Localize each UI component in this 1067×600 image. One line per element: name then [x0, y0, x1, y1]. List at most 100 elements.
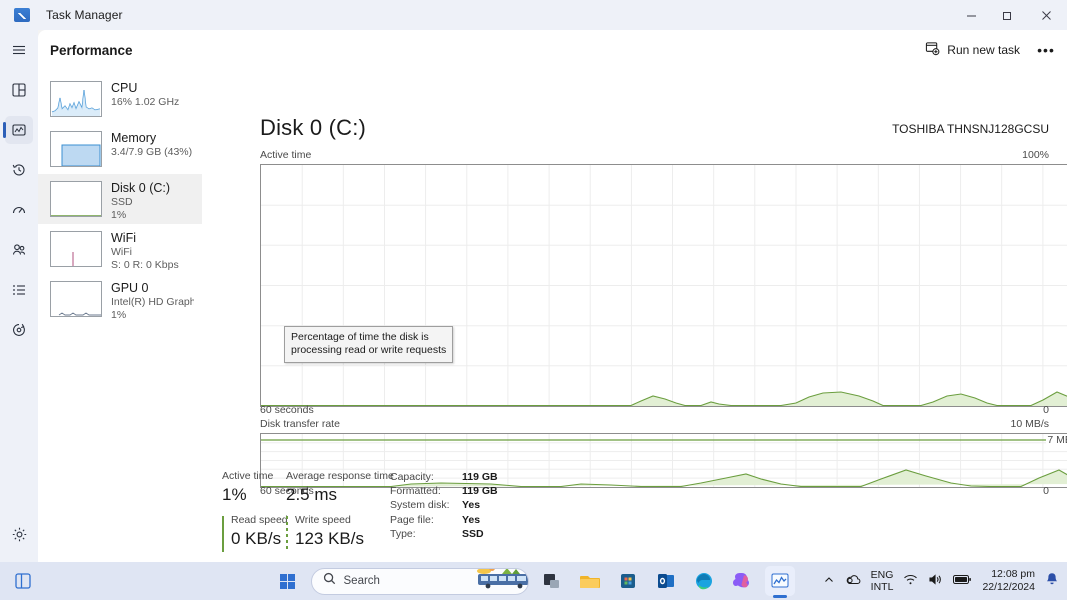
- minimize-button[interactable]: [953, 0, 989, 30]
- list-item-meta: WiFi WiFi S: 0 R: 0 Kbps: [111, 231, 179, 272]
- content-area: Performance Run new task ••• CPU 16% 1.0…: [38, 30, 1067, 562]
- tooltip-line-2: processing read or write requests: [291, 344, 447, 356]
- info-key: System disk:: [390, 499, 450, 512]
- list-item-sub: 3.4/7.9 GB (43%): [111, 146, 193, 158]
- sidebar-item-services[interactable]: [0, 310, 38, 350]
- list-item[interactable]: Memory 3.4/7.9 GB (43%): [38, 124, 202, 174]
- wifi-spike-graph: [50, 231, 102, 267]
- performance-icon: [5, 116, 33, 144]
- microsoft-store-button[interactable]: [613, 566, 643, 596]
- list-item-sub: S: 0 R: 0 Kbps: [111, 259, 179, 271]
- table-row: Capacity: 119 GB: [390, 470, 498, 484]
- gpu-flat-graph: [50, 281, 102, 317]
- outlook-button[interactable]: [651, 566, 681, 596]
- more-options-button[interactable]: •••: [1031, 37, 1061, 63]
- read-speed-label: Read speed: [231, 514, 288, 526]
- list-item-sub: WiFi: [111, 246, 132, 258]
- settings-button[interactable]: [0, 514, 38, 554]
- task-manager-icon: [14, 8, 30, 22]
- disk-model: TOSHIBA THNSNJ128GCSU: [892, 122, 1049, 136]
- response-time-stat-label: Average response time: [286, 470, 394, 482]
- sidebar-item-details[interactable]: [0, 270, 38, 310]
- info-value: 119 GB: [462, 471, 498, 483]
- table-row: System disk: Yes: [390, 498, 498, 512]
- disk-flat-graph: [50, 181, 102, 217]
- page-title: Performance: [50, 42, 133, 58]
- list-item-title: WiFi: [111, 231, 136, 245]
- hamburger-icon: [5, 36, 33, 64]
- sidebar-item-processes[interactable]: [0, 70, 38, 110]
- onedrive-icon[interactable]: [845, 573, 861, 589]
- copilot-button[interactable]: [727, 566, 757, 596]
- toolbar-actions: Run new task •••: [916, 30, 1061, 70]
- write-speed-stat: Write speed 123 KB/s: [286, 514, 364, 552]
- list-item-meta: Memory 3.4/7.9 GB (43%): [111, 131, 192, 159]
- list-item[interactable]: CPU 16% 1.02 GHz: [38, 74, 202, 124]
- active-time-min-label: 0: [1043, 404, 1049, 416]
- sidebar-item-app-history[interactable]: [0, 150, 38, 190]
- system-tray: ENG INTL 12:08 pm 22/12/2024: [823, 568, 1059, 594]
- bell-icon[interactable]: [1045, 572, 1059, 590]
- cpu-line-graph: [50, 81, 102, 117]
- read-speed-value: 0 KB/s: [231, 529, 282, 548]
- clock[interactable]: 12:08 pm 22/12/2024: [982, 568, 1035, 594]
- battery-icon[interactable]: [953, 574, 972, 588]
- start-button[interactable]: [273, 566, 303, 596]
- screen: Task Manager Performance Run new task ••…: [0, 0, 1067, 600]
- info-key: Page file:: [390, 513, 434, 526]
- disk-info-table: Capacity: 119 GB Formatted: 119 GB Syste…: [390, 470, 498, 541]
- users-icon: [5, 236, 33, 264]
- active-time-stat-value: 1%: [222, 485, 247, 504]
- table-row: Type: SSD: [390, 527, 498, 541]
- list-item-title: CPU: [111, 81, 138, 95]
- info-key: Capacity:: [390, 471, 434, 483]
- clock-date: 22/12/2024: [982, 581, 1035, 593]
- info-key: Formatted:: [390, 485, 441, 498]
- run-task-icon: [925, 41, 940, 59]
- list-item-title: Disk 0 (C:): [111, 181, 171, 195]
- list-item-sub: 1%: [111, 209, 127, 221]
- transfer-rate-max-label: 10 MB/s: [1010, 418, 1049, 430]
- window-title: Task Manager: [46, 8, 123, 22]
- search-input[interactable]: Search: [310, 567, 529, 595]
- title-bar: Task Manager: [0, 0, 1067, 30]
- run-new-task-button[interactable]: Run new task: [916, 36, 1029, 64]
- clock-time: 12:08 pm: [991, 568, 1035, 580]
- gauge-icon: [5, 196, 33, 224]
- transfer-rate-label: Disk transfer rate: [260, 418, 340, 430]
- widgets-button[interactable]: [8, 566, 38, 596]
- list-item-sub: SSD: [111, 196, 133, 208]
- list-item[interactable]: GPU 0 Intel(R) HD Graphi... 1%: [38, 274, 202, 324]
- close-button[interactable]: [1025, 0, 1067, 30]
- chevron-up-icon[interactable]: [823, 574, 835, 589]
- volume-icon[interactable]: [928, 573, 943, 589]
- maximize-button[interactable]: [989, 0, 1025, 30]
- active-time-x-label: 60 seconds: [260, 404, 314, 416]
- transfer-rate-marker-label: 7 MB/s: [1046, 434, 1067, 446]
- info-value: Yes: [462, 513, 481, 526]
- language-bottom: INTL: [870, 581, 894, 593]
- language-indicator[interactable]: ENG INTL: [871, 569, 894, 593]
- file-explorer-button[interactable]: [575, 566, 605, 596]
- list-item-meta: Disk 0 (C:) SSD 1%: [111, 181, 170, 222]
- list-item-sub: Intel(R) HD Graphi...: [111, 296, 194, 308]
- sidebar-item-startup-apps[interactable]: [0, 190, 38, 230]
- run-new-task-label: Run new task: [947, 43, 1020, 57]
- task-view-button[interactable]: [537, 566, 567, 596]
- search-icon: [323, 572, 336, 590]
- taskbar-left: [8, 566, 38, 596]
- microsoft-edge-button[interactable]: [689, 566, 719, 596]
- hamburger-button[interactable]: [0, 30, 38, 70]
- wifi-icon[interactable]: [903, 573, 918, 589]
- sidebar-item-performance[interactable]: [0, 110, 38, 150]
- resource-list: CPU 16% 1.02 GHz Memory 3.4/7.9 GB (43%): [38, 70, 202, 562]
- sidebar-item-users[interactable]: [0, 230, 38, 270]
- task-manager-button[interactable]: [764, 566, 795, 596]
- chart-tooltip: Percentage of time the disk is processin…: [284, 326, 454, 363]
- list-item[interactable]: Disk 0 (C:) SSD 1%: [38, 174, 202, 224]
- active-time-chart[interactable]: [260, 164, 1067, 407]
- processes-icon: [5, 76, 33, 104]
- read-speed-stat: Read speed 0 KB/s: [222, 514, 288, 552]
- search-illustration-icon: [472, 568, 528, 594]
- list-item[interactable]: WiFi WiFi S: 0 R: 0 Kbps: [38, 224, 202, 274]
